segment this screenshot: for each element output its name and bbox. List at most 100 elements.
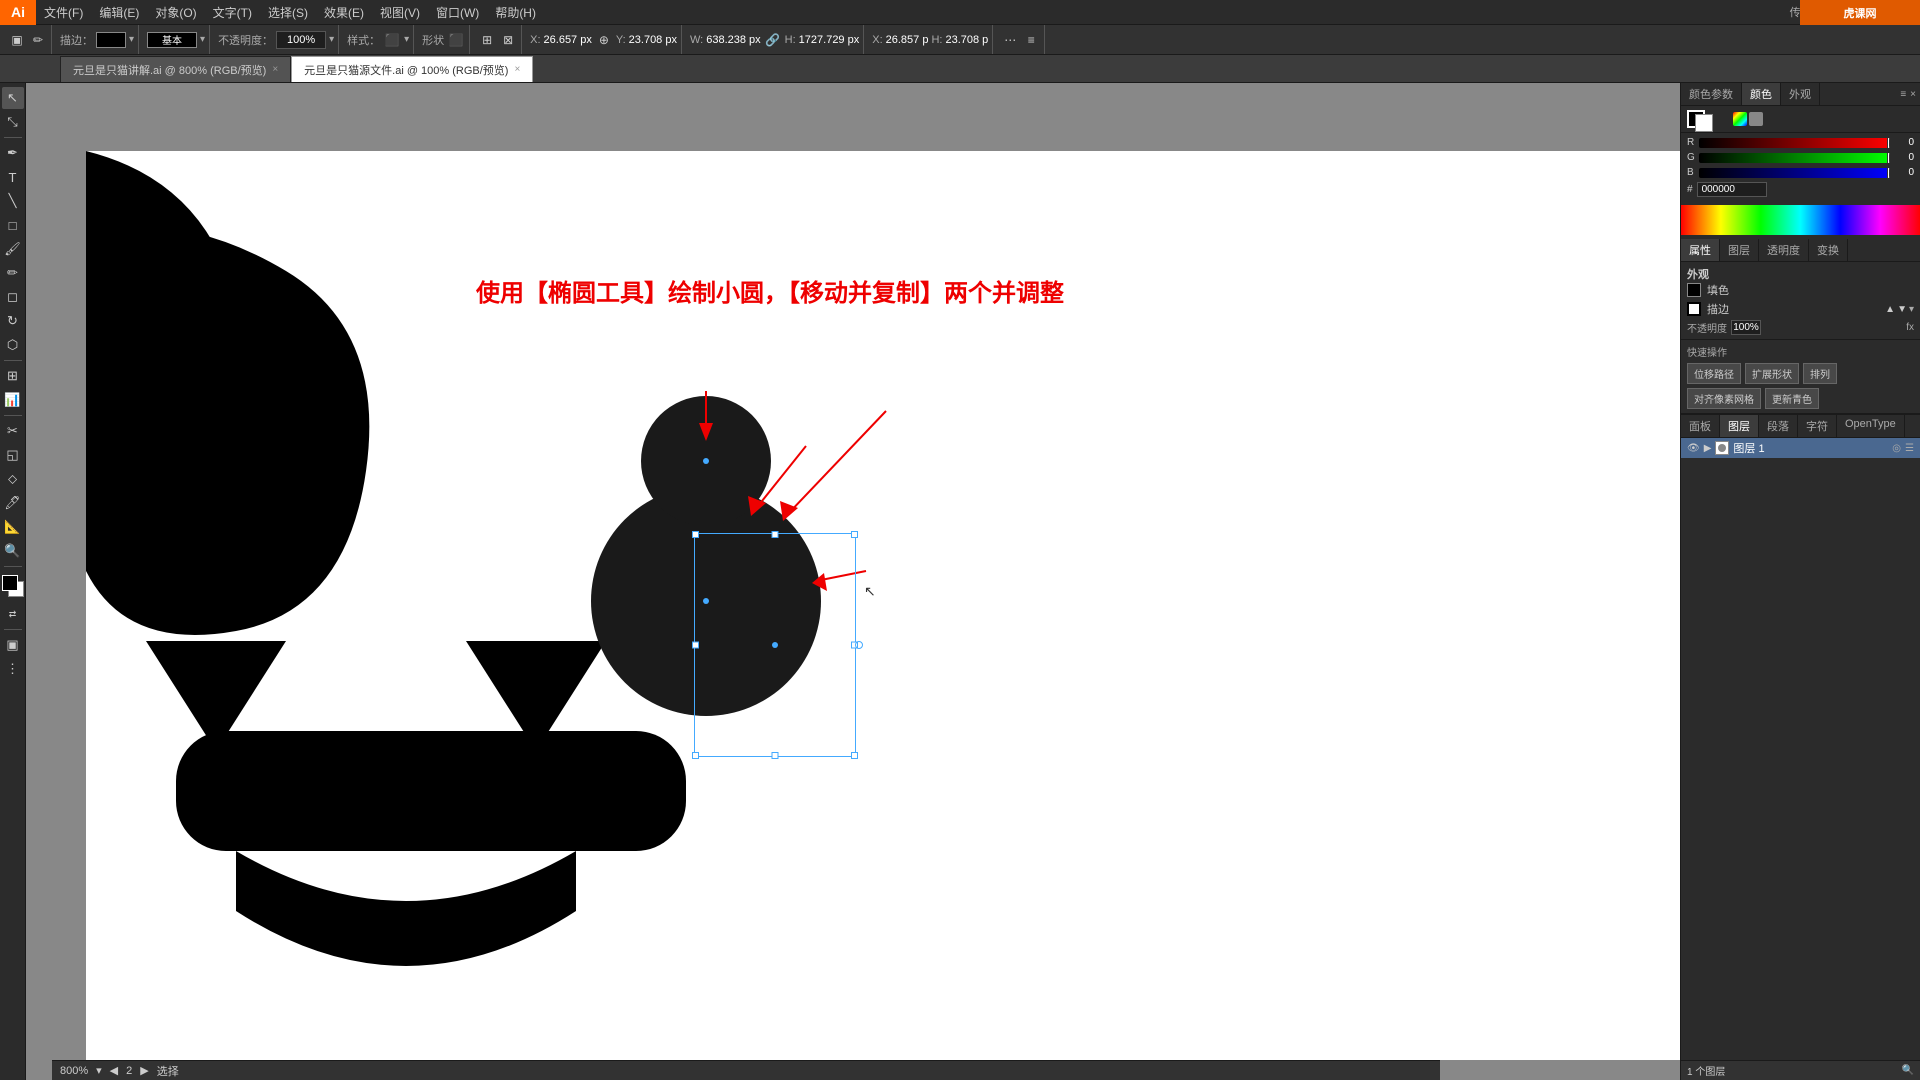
bottom-info-bar: 1 个图层 🔍 <box>1681 1060 1920 1080</box>
color-spectrum[interactable] <box>1681 205 1920 235</box>
zoom-in-icon[interactable]: 🔍 <box>1902 1065 1914 1076</box>
scale-tool[interactable]: ⊞ <box>2 365 24 387</box>
view-options-icon[interactable]: ⋮ <box>2 658 24 680</box>
menu-effect[interactable]: 效果(E) <box>316 0 372 24</box>
pencil-tool[interactable]: ✏ <box>2 262 24 284</box>
align-icon-2[interactable]: ⊠ <box>499 31 517 49</box>
layer-name[interactable]: 图层 1 <box>1733 440 1888 456</box>
tab-layers-prop[interactable]: 图层 <box>1720 239 1759 261</box>
none-icon[interactable] <box>1749 112 1763 126</box>
color-mode-icon[interactable] <box>1733 112 1747 126</box>
align-icon-1[interactable]: ⊞ <box>478 31 496 49</box>
menu-edit[interactable]: 编辑(E) <box>91 0 147 24</box>
layers-tab-panel[interactable]: 面板 <box>1681 415 1720 437</box>
r-slider[interactable] <box>1699 138 1890 148</box>
tab-1-close[interactable]: × <box>514 64 520 75</box>
swap-colors-icon[interactable]: ⇄ <box>2 603 24 625</box>
fx-label[interactable]: fx <box>1906 322 1914 333</box>
stroke-color-swatch2[interactable] <box>1687 302 1701 316</box>
stroke-width-box[interactable]: 基本 <box>147 32 197 48</box>
op-arrange[interactable]: 排列 <box>1803 363 1837 384</box>
selection-mode-icon[interactable]: ▣ <box>8 31 26 49</box>
select-tool[interactable]: ↖ <box>2 87 24 109</box>
eraser-tool[interactable]: ◻ <box>2 286 24 308</box>
panel-expand-icon[interactable]: ≡ <box>1900 89 1906 100</box>
rotate-tool[interactable]: ↻ <box>2 310 24 332</box>
op-align-pixel[interactable]: 对齐像素网格 <box>1687 388 1761 409</box>
g-slider[interactable] <box>1699 153 1890 163</box>
zoom-controls[interactable]: ▾ <box>96 1064 102 1077</box>
layer-target-icon[interactable]: ◎ <box>1892 443 1901 454</box>
stroke-up-icon[interactable]: ▲ <box>1885 304 1895 315</box>
layer-visibility-icon[interactable]: 👁 <box>1687 443 1700 454</box>
opacity-outer-input[interactable] <box>1731 320 1761 335</box>
canvas-area[interactable]: 使用【椭圆工具】绘制小圆，【移动并复制】两个并调整 ↖ 800% ▾ ◀ 2 ▶… <box>26 83 1680 1080</box>
paintbrush-tool[interactable]: 🖌 <box>2 238 24 260</box>
tab-1-label: 元旦是只猫源文件.ai @ 100% (RGB/预览) <box>304 62 508 78</box>
tab-properties[interactable]: 属性 <box>1681 239 1720 261</box>
stroke-down-icon[interactable]: ▼ <box>1897 304 1907 315</box>
measure-tool[interactable]: 📐 <box>2 516 24 538</box>
layers-tab-layers[interactable]: 图层 <box>1720 415 1759 437</box>
foreground-color[interactable] <box>2 575 18 591</box>
tab-color-params[interactable]: 颜色参数 <box>1681 83 1742 105</box>
stroke-swatch[interactable] <box>1695 114 1713 132</box>
type-tool[interactable]: T <box>2 166 24 188</box>
r-thumb[interactable] <box>1887 138 1890 148</box>
gradient-tool[interactable]: ◱ <box>2 444 24 466</box>
op-expand-shape[interactable]: 扩展形状 <box>1745 363 1799 384</box>
style-icon[interactable]: ⬛ <box>383 31 401 49</box>
menu-text[interactable]: 文字(T) <box>205 0 260 24</box>
screen-mode-icon[interactable]: ▣ <box>2 634 24 656</box>
slice-tool[interactable]: ✂ <box>2 420 24 442</box>
opacity-input[interactable] <box>276 31 326 49</box>
more-options-icon[interactable]: ⋯ <box>1001 31 1019 49</box>
tab-0[interactable]: 元旦是只猫讲解.ai @ 800% (RGB/预览) × <box>60 56 291 82</box>
menu-view[interactable]: 视图(V) <box>372 0 428 24</box>
zoom-tool[interactable]: 🔍 <box>2 540 24 562</box>
mirror-tool[interactable]: ⬡ <box>2 334 24 356</box>
layers-tab-opentype[interactable]: OpenType <box>1837 415 1905 437</box>
layers-tab-paragraph[interactable]: 段落 <box>1759 415 1798 437</box>
panel-close-icon[interactable]: × <box>1910 89 1916 100</box>
page-nav-next[interactable]: ▶ <box>140 1064 148 1077</box>
tab-0-close[interactable]: × <box>272 64 278 75</box>
fill-color-swatch[interactable] <box>1687 283 1701 297</box>
menu-help[interactable]: 帮助(H) <box>487 0 544 24</box>
draw-mode-icon[interactable]: ✏ <box>29 31 47 49</box>
menu-file[interactable]: 文件(F) <box>36 0 91 24</box>
op-position-path[interactable]: 位移路径 <box>1687 363 1741 384</box>
hex-input[interactable] <box>1697 182 1767 197</box>
b-slider[interactable] <box>1699 168 1890 178</box>
b-thumb[interactable] <box>1887 168 1890 178</box>
tab-transform[interactable]: 变换 <box>1809 239 1848 261</box>
op-update-cyan[interactable]: 更新青色 <box>1765 388 1819 409</box>
menu-window[interactable]: 窗口(W) <box>428 0 487 24</box>
color-pair <box>2 575 24 597</box>
stroke-options-icon[interactable]: ▾ <box>1909 304 1914 315</box>
tab-appearance[interactable]: 外观 <box>1781 83 1820 105</box>
layer-options-icon[interactable]: ☰ <box>1905 443 1914 454</box>
tab-1[interactable]: 元旦是只猫源文件.ai @ 100% (RGB/预览) × <box>291 56 533 82</box>
line-tool[interactable]: ╲ <box>2 190 24 212</box>
menu-object[interactable]: 对象(O) <box>147 0 204 24</box>
tab-color[interactable]: 颜色 <box>1742 83 1781 105</box>
stroke-color-swatch[interactable] <box>96 32 126 48</box>
shape-icon[interactable]: ⬛ <box>447 31 465 49</box>
menu-select[interactable]: 选择(S) <box>260 0 316 24</box>
g-thumb[interactable] <box>1887 153 1890 163</box>
eyedropper-tool[interactable]: 🖊 <box>2 492 24 514</box>
pen-tool[interactable]: ✒ <box>2 142 24 164</box>
graph-tool[interactable]: 📊 <box>2 389 24 411</box>
blend-tool[interactable]: ⬦ <box>2 468 24 490</box>
direct-select-tool[interactable]: ⤡ <box>2 111 24 133</box>
opacity-label: 不透明度： <box>218 32 273 48</box>
layers-tab-character[interactable]: 字符 <box>1798 415 1837 437</box>
align2-icon[interactable]: ≡ <box>1022 31 1040 49</box>
extra-icons-group: ⋯ ≡ <box>997 25 1045 54</box>
page-nav-prev[interactable]: ◀ <box>110 1064 118 1077</box>
rect-tool[interactable]: □ <box>2 214 24 236</box>
transform-group: X: 26.857 p H: 23.708 p <box>868 25 993 54</box>
tab-transparency[interactable]: 透明度 <box>1759 239 1809 261</box>
layer-expand-icon[interactable]: ▶ <box>1704 443 1712 454</box>
